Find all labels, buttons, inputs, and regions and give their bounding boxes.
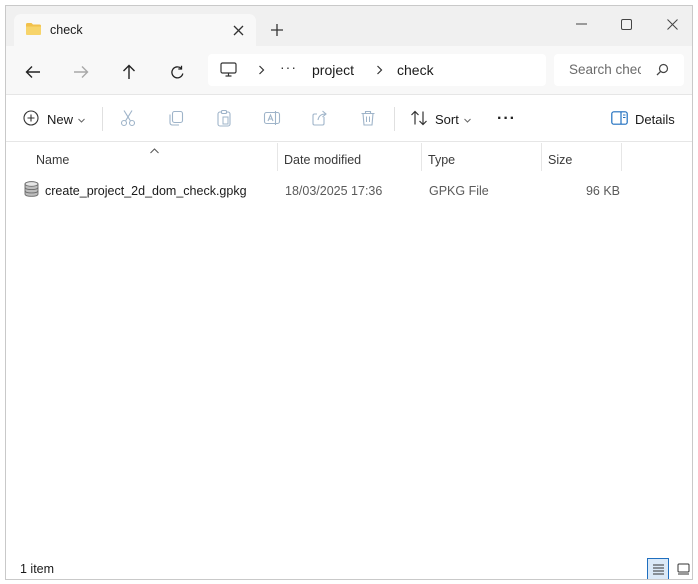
file-row[interactable]: create_project_2d_dom_check.gpkg 18/03/2… <box>18 175 686 203</box>
new-button[interactable]: New <box>23 107 85 131</box>
breadcrumb-project[interactable]: project <box>312 62 354 78</box>
toolbar-divider <box>102 107 103 131</box>
chevron-right-icon[interactable] <box>254 63 268 77</box>
column-header-date-modified[interactable]: Date modified <box>284 153 361 167</box>
title-bar: check <box>6 6 692 46</box>
close-tab-icon[interactable] <box>228 20 248 40</box>
copy-icon <box>167 109 185 130</box>
command-toolbar: New Sort ··· Details <box>6 94 692 142</box>
minimize-icon[interactable] <box>566 12 596 36</box>
tab-check[interactable]: check <box>14 14 256 46</box>
tab-title: check <box>50 23 83 37</box>
column-divider[interactable] <box>541 143 542 171</box>
sort-button[interactable]: Sort <box>410 107 471 131</box>
large-icons-view-icon[interactable] <box>672 558 692 579</box>
column-divider[interactable] <box>421 143 422 171</box>
column-header-type[interactable]: Type <box>428 153 455 167</box>
scissors-icon <box>119 109 137 130</box>
column-divider[interactable] <box>621 143 622 171</box>
new-tab-icon[interactable] <box>267 20 287 40</box>
column-header-row: Name Date modified Type Size <box>6 143 692 171</box>
chevron-down-icon <box>463 112 471 126</box>
database-icon <box>24 181 39 200</box>
search-placeholder: Search check <box>569 62 641 77</box>
breadcrumb-check[interactable]: check <box>397 62 434 78</box>
item-count: 1 item <box>20 562 55 576</box>
sort-arrows-icon <box>410 110 428 129</box>
refresh-icon[interactable] <box>164 59 190 85</box>
details-view-icon[interactable] <box>647 558 669 579</box>
column-header-size[interactable]: Size <box>548 153 572 167</box>
column-divider[interactable] <box>277 143 278 171</box>
maximize-icon[interactable] <box>611 12 641 36</box>
more-options-button[interactable]: ··· <box>497 107 516 131</box>
cut-button[interactable] <box>119 107 137 131</box>
share-icon <box>311 109 329 130</box>
close-window-icon[interactable] <box>657 12 687 36</box>
new-button-label: New <box>47 111 74 127</box>
search-icon[interactable] <box>656 63 669 79</box>
up-arrow-icon[interactable] <box>116 59 142 85</box>
back-arrow-icon[interactable] <box>20 59 46 85</box>
navigation-bar: ··· project check Search check <box>6 46 692 94</box>
copy-button[interactable] <box>167 107 185 131</box>
file-date-modified: 18/03/2025 17:36 <box>285 184 383 198</box>
forward-arrow-icon[interactable] <box>68 59 94 85</box>
chevron-right-icon[interactable] <box>372 63 386 77</box>
clipboard-icon <box>215 109 233 130</box>
address-overflow-button[interactable]: ··· <box>280 59 297 75</box>
sort-ascending-icon <box>150 143 159 157</box>
search-input[interactable]: Search check <box>554 54 684 86</box>
delete-button[interactable] <box>359 107 377 131</box>
trash-icon <box>359 109 377 130</box>
details-pane-icon <box>611 110 628 128</box>
plus-circle-icon <box>23 109 39 129</box>
file-type: GPKG File <box>429 184 489 198</box>
sort-button-label: Sort <box>435 111 459 127</box>
address-bar[interactable]: ··· project check <box>208 54 546 86</box>
status-bar: 1 item <box>6 554 692 579</box>
paste-button[interactable] <box>215 107 233 131</box>
file-explorer-window: check ··· project check Search che New S… <box>5 5 693 580</box>
file-name[interactable]: create_project_2d_dom_check.gpkg <box>45 184 247 198</box>
this-pc-icon[interactable] <box>220 62 237 80</box>
details-button-label: Details <box>635 111 675 127</box>
details-pane-button[interactable]: Details <box>611 107 675 131</box>
share-button[interactable] <box>311 107 329 131</box>
rename-icon <box>263 109 281 130</box>
file-size: 96 KB <box>585 184 620 198</box>
toolbar-divider <box>394 107 395 131</box>
chevron-down-icon <box>78 112 85 126</box>
rename-button[interactable] <box>263 107 281 131</box>
column-header-name[interactable]: Name <box>36 153 69 167</box>
file-list: Name Date modified Type Size create_proj… <box>6 143 692 543</box>
folder-icon <box>25 22 42 39</box>
